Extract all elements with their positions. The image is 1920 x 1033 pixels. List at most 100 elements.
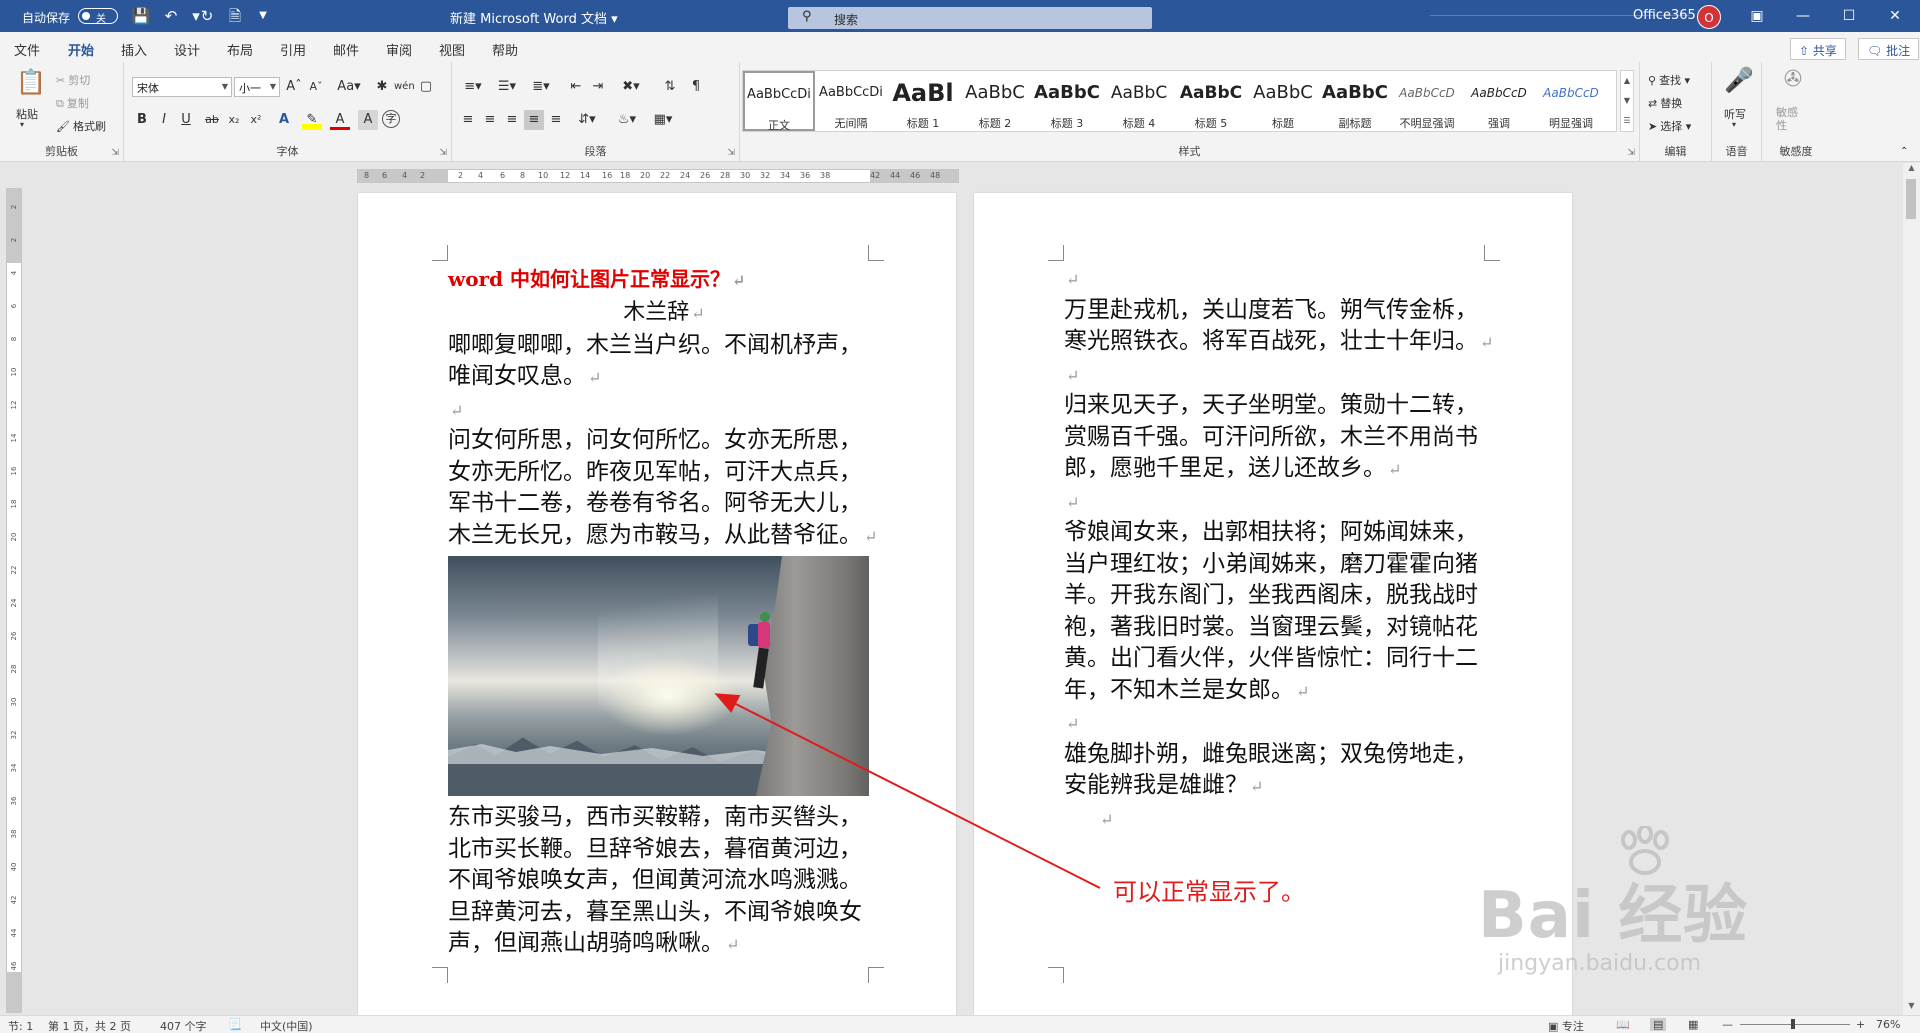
inserted-picture[interactable] (448, 556, 869, 796)
grow-font-icon[interactable]: Aˆ (284, 77, 304, 97)
microphone-icon[interactable]: 🎤 (1724, 68, 1754, 100)
tab-layout[interactable]: 布局 (227, 40, 253, 59)
comments-button[interactable]: 🗨 批注 (1858, 38, 1920, 60)
replace-button[interactable]: ⇄ 替换 (1648, 95, 1682, 111)
increase-indent-icon[interactable]: ⇥ (588, 77, 608, 97)
share-button[interactable]: ⇧ 共享 (1790, 38, 1846, 60)
sensitivity-button[interactable]: 敏感性 (1776, 106, 1806, 132)
vertical-ruler[interactable]: 2 2 4 6 8 10 12 14 16 18 20 22 24 26 28 30 32 34 36 38 40 42 4… (6, 188, 22, 1013)
tab-view[interactable]: 视图 (439, 40, 465, 59)
avatar[interactable]: O (1697, 5, 1721, 29)
multilevel-list-icon[interactable]: ≣▾ (526, 77, 556, 97)
distributed-icon[interactable]: ≡ (546, 110, 566, 130)
web-layout-icon[interactable]: ▦ (1688, 1018, 1698, 1031)
tab-design[interactable]: 设计 (174, 40, 200, 59)
line-spacing-icon[interactable]: ⇵▾ (572, 110, 602, 130)
tab-file[interactable]: 文件 (14, 40, 40, 59)
vertical-scrollbar[interactable]: ▲ ▼ (1903, 163, 1920, 1015)
scroll-down-icon[interactable]: ▼ (1903, 1001, 1920, 1015)
asian-layout-icon[interactable]: ✖▾ (616, 77, 646, 97)
tab-references[interactable]: 引用 (280, 40, 306, 59)
align-left-icon[interactable]: ≡ (458, 110, 478, 130)
cut-button[interactable]: ✂ 剪切 (56, 72, 90, 88)
scroll-thumb[interactable] (1906, 179, 1916, 219)
dictate-dropdown-icon[interactable]: ▾ (1732, 120, 1736, 129)
maximize-icon[interactable]: ☐ (1826, 0, 1872, 32)
collapse-ribbon-icon[interactable]: ⌃ (1900, 146, 1908, 157)
copy-button[interactable]: ⧉ 复制 (56, 95, 89, 111)
page-1-content[interactable]: word 中如何让图片正常显示？ ↵ 木兰辞 ↵ 唧唧复唧唧，木兰当户织。不闻机杼声… (448, 263, 880, 961)
underline-icon[interactable]: U (176, 110, 196, 130)
styles-launcher-icon[interactable]: ⇲ (1627, 148, 1635, 158)
decrease-indent-icon[interactable]: ⇤ (566, 77, 586, 97)
paste-dropdown-icon[interactable]: ▾ (20, 120, 24, 129)
undo-icon[interactable]: ↶ (160, 6, 182, 26)
tab-help[interactable]: 帮助 (492, 40, 518, 59)
shading-icon[interactable]: ♨▾ (612, 110, 642, 130)
tab-mailings[interactable]: 邮件 (333, 40, 359, 59)
phonetic-guide-icon[interactable]: wén (394, 77, 415, 97)
print-layout-icon[interactable]: ▤ (1650, 1018, 1667, 1031)
change-case-icon[interactable]: Aa▾ (334, 77, 364, 97)
redo-icon[interactable]: ↻ (196, 6, 218, 26)
strikethrough-icon[interactable]: ab (202, 110, 222, 130)
paste-icon[interactable]: 📋 (16, 70, 46, 102)
format-painter-button[interactable]: 🖌 格式刷 (56, 118, 106, 134)
customize-qat-icon[interactable]: ▼ (252, 6, 274, 26)
font-name-select[interactable]: 宋体 ▼ (132, 77, 232, 97)
numbering-icon[interactable]: ☰▾ (492, 77, 522, 97)
zoom-slider[interactable] (1740, 1024, 1850, 1025)
justify-icon[interactable]: ≡ (524, 110, 544, 130)
tab-insert[interactable]: 插入 (121, 40, 147, 59)
language-indicator[interactable]: 中文(中国) (260, 1018, 313, 1033)
ribbon-display-icon[interactable]: ▣ (1734, 0, 1780, 32)
tab-review[interactable]: 审阅 (386, 40, 412, 59)
bullets-icon[interactable]: ≡▾ (458, 77, 488, 97)
clipboard-launcher-icon[interactable]: ⇲ (111, 148, 119, 158)
horizontal-ruler[interactable]: 8 6 4 2 2 4 6 8 10 12 14 16 18 20 22 24 26 28 30 32 34 36 38 42… (0, 163, 1920, 187)
document-title[interactable]: 新建 Microsoft Word 文档 ▾ (450, 8, 618, 27)
autosave-toggle[interactable]: 关 (78, 8, 118, 25)
find-button[interactable]: ⚲ 查找 ▾ (1648, 72, 1690, 88)
close-icon[interactable]: ✕ (1872, 0, 1918, 32)
enclose-characters-icon[interactable]: 字 (382, 110, 400, 128)
zoom-out-icon[interactable]: — (1722, 1018, 1733, 1031)
account-name[interactable]: Office365 (1633, 8, 1696, 23)
paragraph-launcher-icon[interactable]: ⇲ (727, 148, 735, 158)
zoom-level[interactable]: 76% (1876, 1018, 1900, 1031)
sensitivity-tag-icon[interactable]: ✇ (1780, 69, 1806, 100)
search-box[interactable]: ⚲ 搜索 (788, 7, 1152, 29)
minimize-icon[interactable]: — (1780, 0, 1826, 32)
tab-home[interactable]: 开始 (68, 40, 95, 65)
borders-icon[interactable]: ▦▾ (648, 110, 678, 130)
focus-button[interactable]: ▣ 专注 (1548, 1018, 1584, 1033)
text-effects-icon[interactable]: A (274, 110, 294, 130)
superscript-icon[interactable]: x² (246, 110, 266, 130)
proofing-icon[interactable]: 📃 (228, 1018, 242, 1031)
word-count[interactable]: 407 个字 (160, 1018, 207, 1033)
font-size-select[interactable]: 小一 ▼ (234, 77, 280, 97)
show-marks-icon[interactable]: ¶ (686, 77, 706, 97)
shrink-font-icon[interactable]: Aˇ (306, 77, 326, 97)
character-border-icon[interactable]: ▢ (416, 77, 436, 97)
character-shading-icon[interactable]: A (358, 110, 378, 130)
align-center-icon[interactable]: ≡ (480, 110, 500, 130)
print-preview-icon[interactable]: 🗎 (224, 6, 246, 26)
align-right-icon[interactable]: ≡ (502, 110, 522, 130)
save-icon[interactable]: 💾 (130, 6, 152, 26)
subscript-icon[interactable]: x₂ (224, 110, 244, 130)
clear-formatting-icon[interactable]: ✱ (372, 77, 392, 97)
italic-icon[interactable]: I (154, 110, 174, 130)
section-indicator[interactable]: 节: 1 (8, 1018, 33, 1033)
sort-icon[interactable]: ⇅ (660, 77, 680, 97)
select-button[interactable]: ➤ 选择 ▾ (1648, 118, 1691, 134)
zoom-in-icon[interactable]: + (1856, 1018, 1865, 1031)
zoom-slider-thumb[interactable] (1791, 1019, 1795, 1029)
document-page-1[interactable]: word 中如何让图片正常显示？ ↵ 木兰辞 ↵ 唧唧复唧唧，木兰当户织。不闻机杼声… (358, 193, 956, 1015)
page-indicator[interactable]: 第 1 页，共 2 页 (48, 1018, 131, 1033)
highlight-icon[interactable]: ✎ (302, 110, 322, 130)
font-color-icon[interactable]: A (330, 110, 350, 130)
page-2-content[interactable]: ↵ 万里赴戎机，关山度若飞。朔气传金柝，寒光照铁衣。将军百战死，壮士十年归。 ↵ … (1064, 263, 1496, 834)
read-mode-icon[interactable]: 📖 (1616, 1018, 1630, 1031)
font-launcher-icon[interactable]: ⇲ (439, 148, 447, 158)
